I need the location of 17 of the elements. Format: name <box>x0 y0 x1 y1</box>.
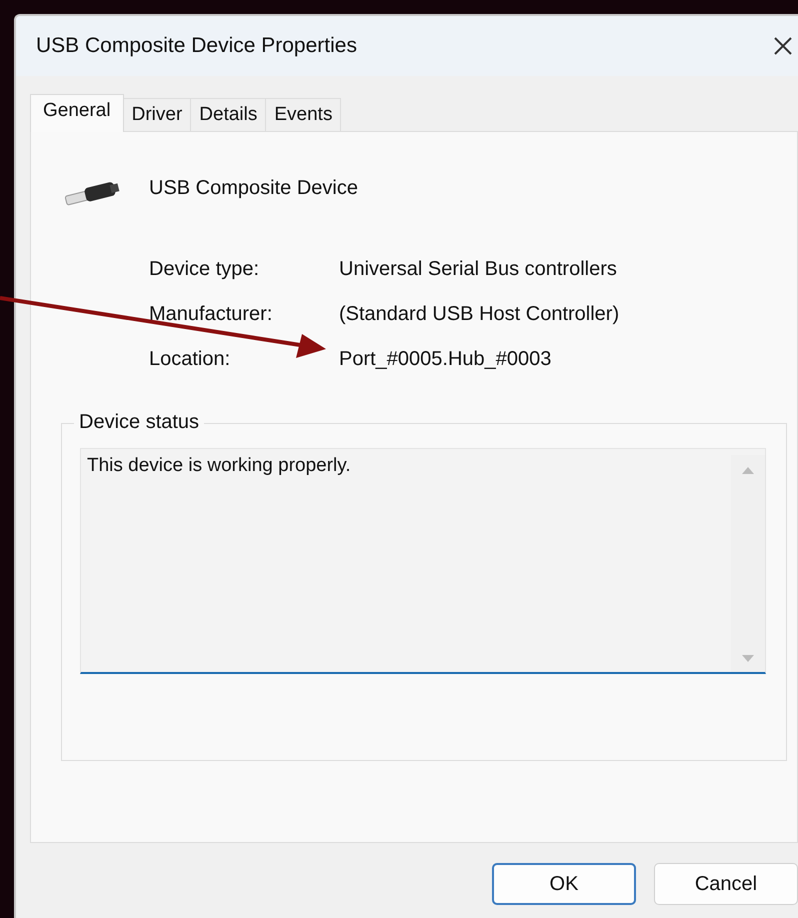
dialog-button[interactable]: Cancel <box>654 863 798 905</box>
property-value: (Standard USB Host Controller) <box>339 303 620 326</box>
device-name: USB Composite Device <box>149 176 358 200</box>
property-value: Universal Serial Bus controllers <box>339 258 618 281</box>
status-text-box[interactable]: This device is working properly. <box>80 448 766 674</box>
dialog-button[interactable]: OK <box>492 863 636 905</box>
scroll-down-icon[interactable] <box>741 654 755 664</box>
tab[interactable]: Events <box>265 98 342 131</box>
window-title: USB Composite Device Properties <box>36 34 357 58</box>
property-label: Manufacturer: <box>149 303 274 326</box>
scroll-up-icon[interactable] <box>741 465 755 475</box>
property-label: Location: <box>149 348 232 371</box>
status-text: This device is working properly. <box>87 455 351 478</box>
property-value: Port_#0005.Hub_#0003 <box>339 348 552 371</box>
property-label: Device type: <box>149 258 260 281</box>
tab[interactable]: General <box>30 94 124 132</box>
close-icon[interactable] <box>773 36 793 56</box>
